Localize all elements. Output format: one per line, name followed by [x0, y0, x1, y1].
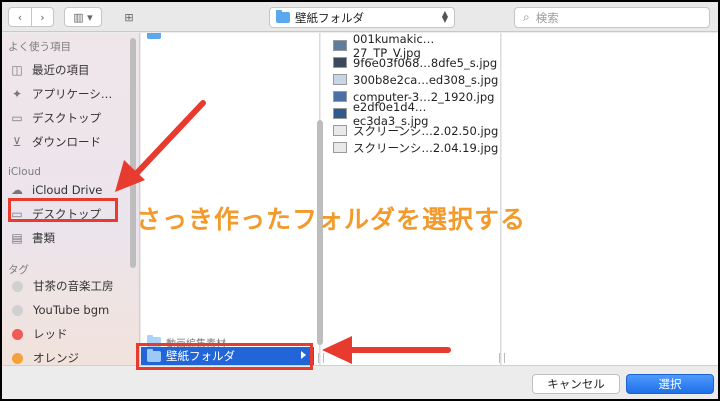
forward-button[interactable]: › [31, 8, 53, 26]
file-name: 9f6e03f068…8dfe5_s.jpg [353, 55, 498, 70]
highlight-box [8, 198, 118, 222]
sidebar-item-label: YouTube bgm [33, 303, 110, 317]
applications-icon: ✦ [11, 87, 23, 101]
image-thumbnail-icon [333, 57, 347, 68]
sidebar-item-label: 甘茶の音楽工房 [33, 279, 114, 293]
favorites-header: よく使う項目 [8, 41, 71, 53]
sidebar-item-label: 最近の項目 [32, 63, 90, 77]
tag-color-icon [12, 304, 23, 316]
browser-column-2: 001kumakic…27_TP_V.jpg 9f6e03f068…8dfe5_… [318, 32, 505, 365]
select-button[interactable]: 選択 [626, 374, 714, 394]
icloud-header: iCloud [8, 166, 41, 178]
file-item[interactable]: 300b8e2ca…ed308_s.jpg [333, 71, 498, 88]
document-icon: ▤ [11, 231, 23, 245]
sidebar-item-tag[interactable]: オレンジ [8, 347, 130, 365]
file-item[interactable]: 9f6e03f068…8dfe5_s.jpg [333, 54, 497, 71]
annotation-text: さっき作ったフォルダを選択する [136, 205, 527, 234]
new-folder-button[interactable]: ⊞ [114, 7, 144, 27]
search-field[interactable]: ⌕ 検索 [514, 7, 710, 28]
tag-color-icon [12, 280, 23, 292]
cloud-icon: ☁ [11, 183, 23, 197]
file-name: 300b8e2ca…ed308_s.jpg [353, 72, 499, 87]
sidebar-item-tag[interactable]: YouTube bgm [8, 299, 130, 321]
image-thumbnail-icon [333, 74, 347, 85]
back-forward-control: ‹ › [8, 7, 54, 27]
column-resize-handle[interactable] [499, 353, 505, 363]
search-placeholder: 検索 [535, 10, 559, 25]
sidebar-item-desktop[interactable]: ▭ デスクトップ [8, 107, 130, 129]
view-mode-button[interactable]: ▥ ▾ [64, 7, 102, 27]
image-thumbnail-icon [333, 40, 347, 51]
toolbar: ‹ › ▥ ▾ ⊞ 壁紙フォルダ ▲ ▼ ⌕ 検索 [2, 2, 718, 32]
updown-chevron-icon: ▲ ▼ [441, 9, 448, 24]
sidebar-item-applications[interactable]: ✦ アプリケーシ… [8, 83, 130, 105]
image-thumbnail-icon [333, 125, 347, 136]
download-icon: ⊻ [12, 135, 22, 149]
sidebar-item-tag[interactable]: 甘茶の音楽工房 [8, 275, 130, 297]
file-item[interactable]: e2df0e1d4…ec3da3_s.jpg [333, 100, 500, 128]
column-view-icon: ▥ ▾ [73, 10, 93, 24]
image-thumbnail-icon [333, 108, 347, 119]
browser-column-1: 動画編集素材 壁紙フォルダ [141, 33, 320, 365]
chevron-left-icon: ‹ [17, 10, 23, 24]
clock-icon: ◫ [11, 63, 23, 77]
sidebar-item-label: デスクトップ [32, 111, 101, 125]
sidebar-item-label: アプリケーシ… [32, 87, 113, 101]
column-resize-handle[interactable] [318, 353, 324, 363]
cancel-button[interactable]: キャンセル [532, 374, 620, 394]
file-name: スクリーンシ…2.04.19.jpg [353, 140, 499, 155]
path-popup-label: 壁紙フォルダ [295, 10, 364, 25]
highlight-box [136, 343, 313, 370]
sidebar-item-label: ダウンロード [32, 135, 101, 149]
folder-icon [276, 10, 290, 23]
sidebar-item-label: 書類 [32, 231, 55, 245]
new-folder-icon: ⊞ [124, 10, 134, 24]
file-item[interactable]: スクリーンシ…2.04.19.jpg [333, 139, 498, 156]
file-item[interactable]: 001kumakic…27_TP_V.jpg [333, 32, 500, 60]
sidebar-item-documents[interactable]: ▤ 書類 [8, 227, 130, 249]
path-popup[interactable]: 壁紙フォルダ ▲ ▼ [269, 7, 455, 28]
chevron-right-icon: › [40, 10, 45, 24]
sidebar-item-downloads[interactable]: ⊻ ダウンロード [8, 131, 130, 153]
sidebar-item-tag[interactable]: レッド [8, 323, 130, 345]
sidebar-item-label: オレンジ [33, 351, 79, 365]
tag-color-icon [12, 352, 23, 364]
back-button[interactable]: ‹ [9, 8, 31, 26]
file-name: スクリーンシ…2.02.50.jpg [353, 123, 499, 138]
sidebar-item-label: iCloud Drive [32, 183, 103, 197]
file-item[interactable]: スクリーンシ…2.02.50.jpg [333, 122, 498, 139]
folder-icon [147, 33, 161, 39]
browser-column-3 [499, 33, 718, 365]
search-icon: ⌕ [523, 10, 530, 24]
dialog-footer: キャンセル 選択 [2, 365, 718, 399]
desktop-icon: ▭ [11, 111, 23, 125]
sidebar-item-label: レッド [33, 327, 68, 341]
image-thumbnail-icon [333, 142, 347, 153]
tag-color-icon [12, 328, 23, 340]
image-thumbnail-icon [333, 91, 347, 102]
sidebar-item-recents[interactable]: ◫ 最近の項目 [8, 59, 130, 81]
